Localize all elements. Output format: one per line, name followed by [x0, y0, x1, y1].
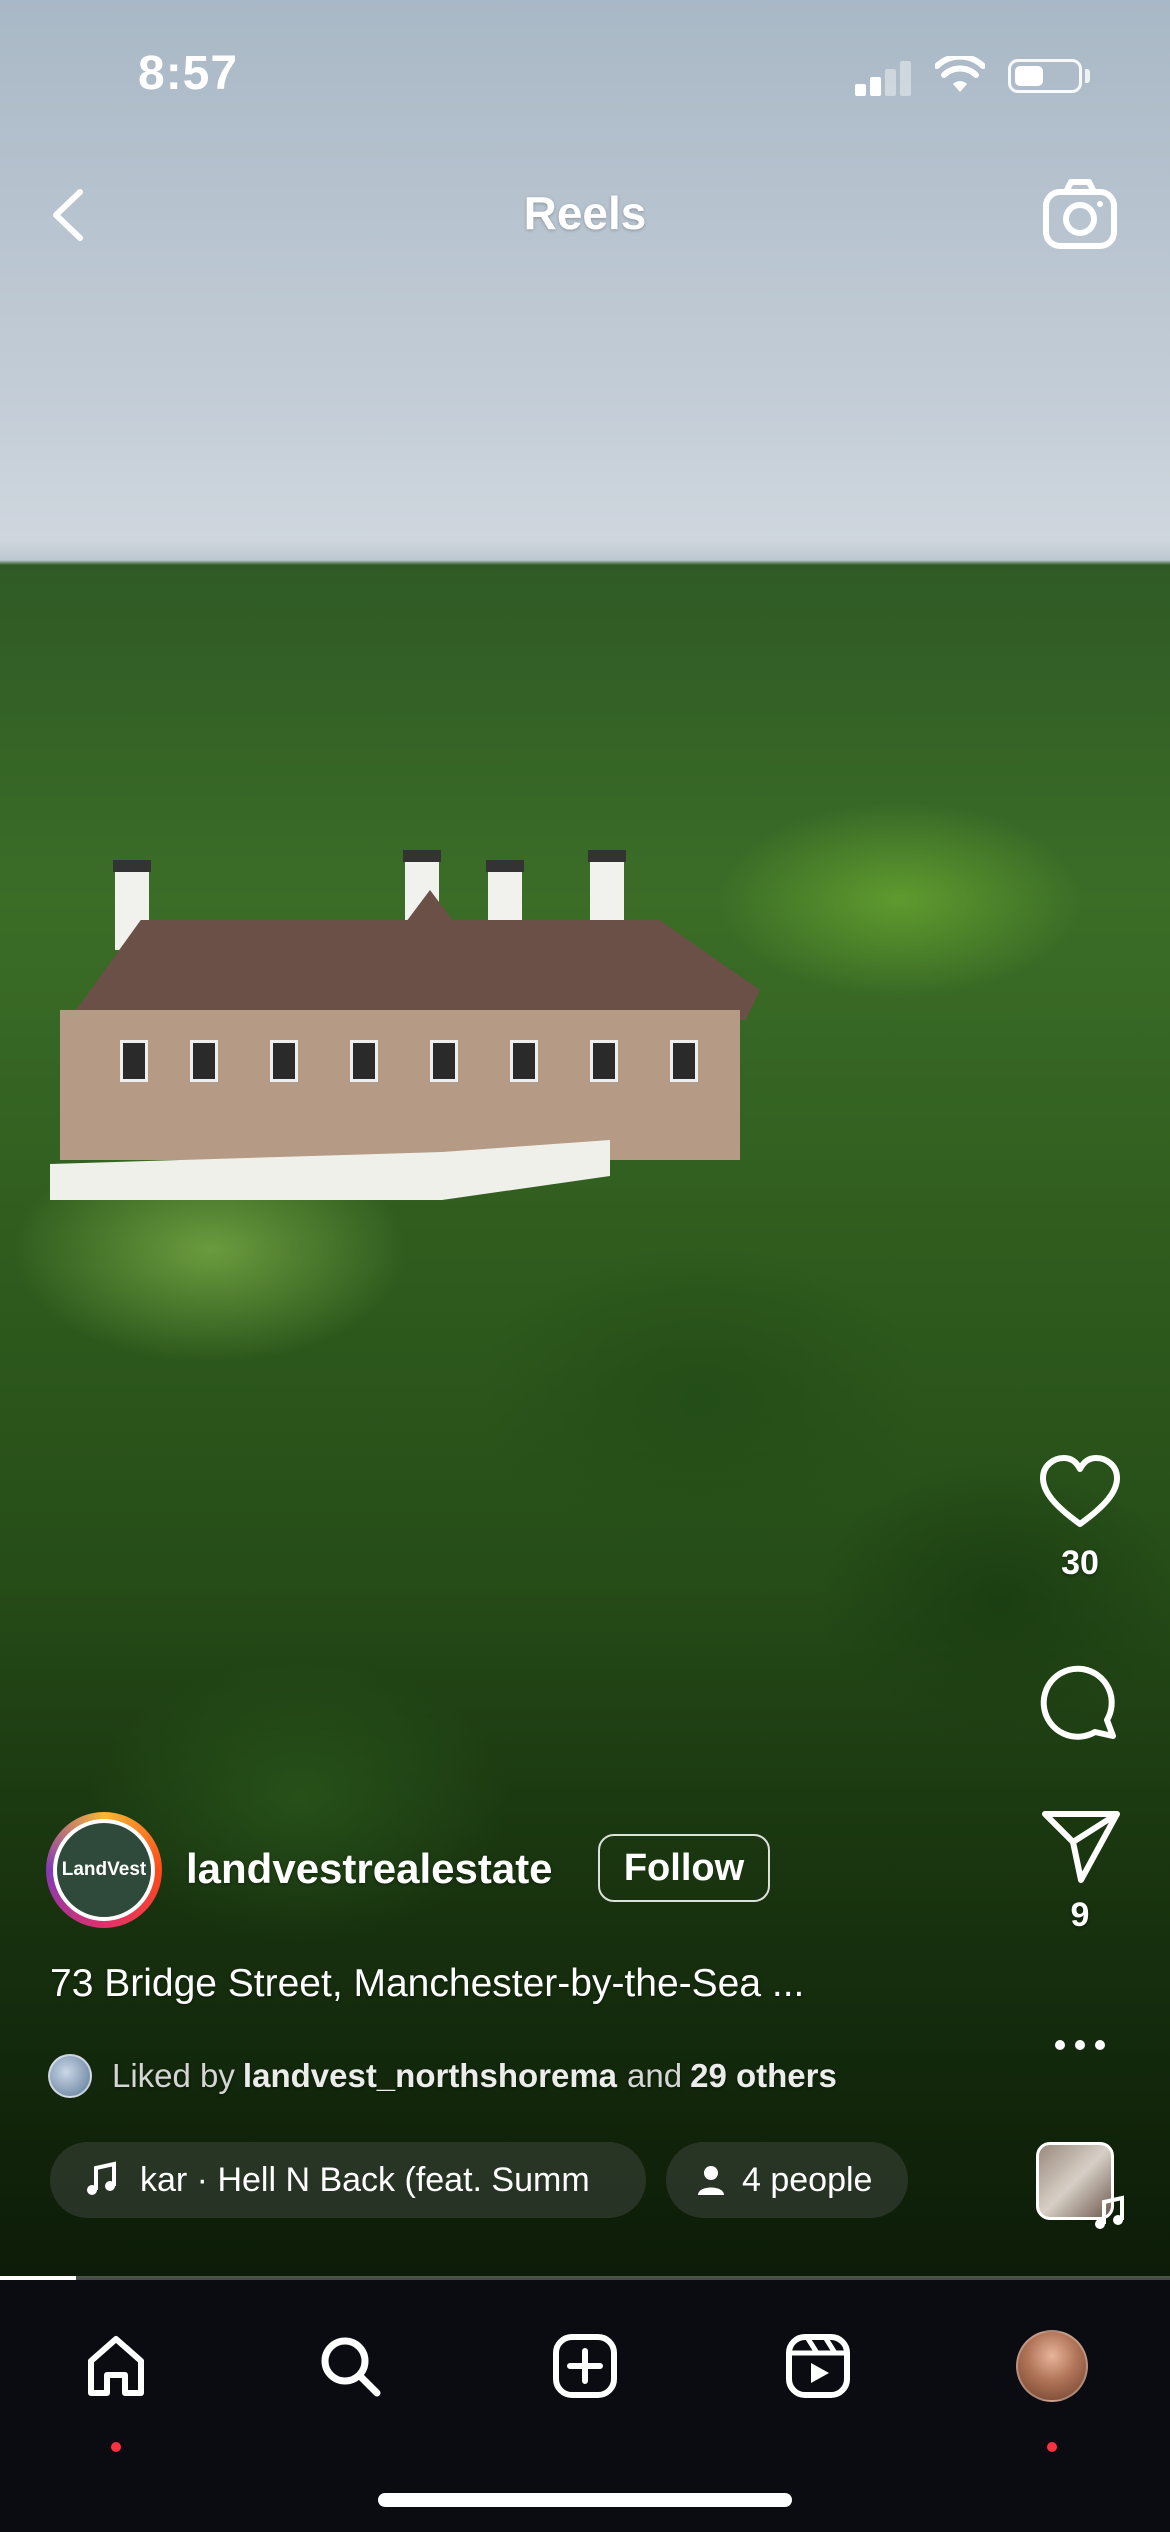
- more-options-icon[interactable]: [1035, 2020, 1125, 2070]
- post-caption[interactable]: 73 Bridge Street, Manchester-by-the-Sea …: [50, 1962, 804, 2006]
- music-note-icon: [87, 2161, 116, 2195]
- like-action: 30: [1030, 1448, 1130, 1583]
- search-icon: [321, 2337, 381, 2397]
- cellular-signal-icon: [855, 60, 915, 96]
- profile-avatar: [1016, 2330, 1088, 2402]
- house-illustration: [40, 840, 780, 1260]
- tagged-people-chip[interactable]: 4 people: [666, 2142, 908, 2218]
- tab-reels[interactable]: [768, 2316, 868, 2416]
- music-track: kar · Hell N Back (feat. Summ: [140, 2160, 590, 2199]
- home-indicator: [378, 2493, 792, 2507]
- send-icon[interactable]: [1035, 1800, 1125, 1890]
- reels-header: Reels: [0, 170, 1170, 260]
- liker-avatar: [48, 2054, 92, 2098]
- person-icon: [698, 2166, 724, 2195]
- liked-middle: and: [627, 2057, 683, 2094]
- home-icon: [88, 2336, 144, 2396]
- liked-others[interactable]: 29 others: [690, 2057, 837, 2095]
- tab-home[interactable]: [66, 2316, 166, 2452]
- liked-user[interactable]: landvest_northshorema: [243, 2057, 617, 2095]
- status-bar: 8:57: [0, 0, 1170, 150]
- like-count: 30: [1061, 1544, 1099, 1582]
- camera-icon[interactable]: [1040, 174, 1120, 254]
- people-label: 4 people: [742, 2160, 873, 2199]
- follow-button[interactable]: Follow: [598, 1834, 770, 1902]
- share-action: 9: [1030, 1800, 1130, 1935]
- status-time: 8:57: [138, 47, 239, 100]
- reel-video[interactable]: [0, 0, 1170, 2278]
- comment-icon[interactable]: [1035, 1660, 1125, 1750]
- avatar-logo-text: LandVest: [53, 1819, 155, 1921]
- wifi-icon: [935, 56, 985, 92]
- tab-create[interactable]: [535, 2316, 635, 2416]
- reels-icon: [786, 2334, 850, 2398]
- comment-action: [1030, 1660, 1130, 1750]
- battery-icon: [1008, 59, 1082, 93]
- create-icon: [553, 2334, 617, 2398]
- tab-profile[interactable]: [1002, 2316, 1102, 2452]
- liked-prefix: Liked by: [112, 2057, 235, 2094]
- tab-search[interactable]: [300, 2316, 400, 2416]
- bottom-tab-bar: [0, 2280, 1170, 2532]
- home-notification-dot: [111, 2442, 121, 2452]
- music-chip[interactable]: kar · Hell N Back (feat. Summ: [50, 2142, 646, 2218]
- share-count: 9: [1070, 1896, 1090, 1934]
- page-title: Reels: [523, 187, 647, 239]
- heart-icon[interactable]: [1035, 1448, 1125, 1538]
- liked-by-row[interactable]: Liked by landvest_northshorema and 29 ot…: [48, 2054, 837, 2098]
- more-action: [1030, 2020, 1130, 2070]
- music-note-icon: [1095, 2195, 1124, 2229]
- creator-username[interactable]: landvestrealestate: [186, 1845, 553, 1893]
- creator-avatar[interactable]: LandVest: [46, 1812, 162, 1928]
- profile-notification-dot: [1047, 2442, 1057, 2452]
